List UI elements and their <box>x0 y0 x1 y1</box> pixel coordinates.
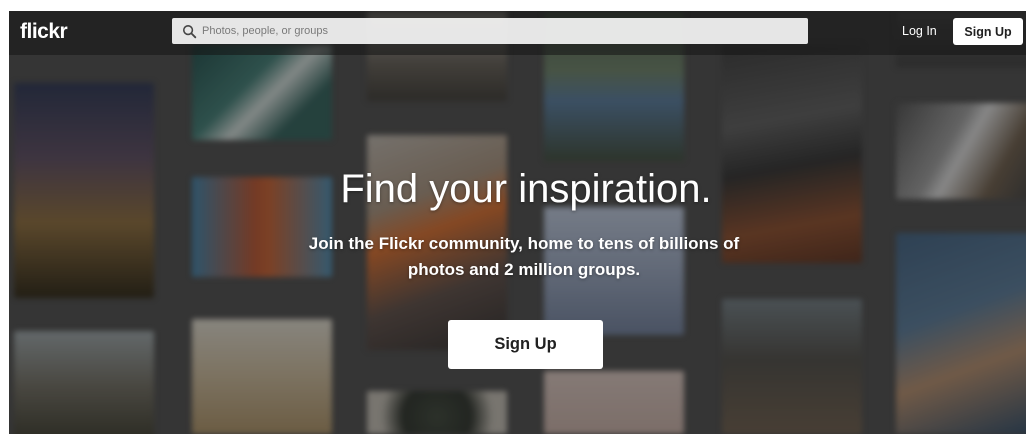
hero-background: flickr Log In Sign Up Find your inspirat… <box>9 11 1026 434</box>
flickr-logo[interactable]: flickr <box>20 20 68 44</box>
top-navigation-bar: flickr Log In Sign Up <box>9 11 1026 55</box>
hero-overlay <box>9 11 1026 434</box>
hero-subtitle: Join the Flickr community, home to tens … <box>308 234 740 279</box>
search-input[interactable] <box>202 19 792 43</box>
search-icon <box>176 18 202 44</box>
hero-title: Find your inspiration. <box>340 167 712 211</box>
signup-button-header[interactable]: Sign Up <box>953 18 1023 45</box>
signup-button-hero[interactable]: Sign Up <box>448 320 603 369</box>
login-link[interactable]: Log In <box>902 24 937 38</box>
search-bar[interactable] <box>172 18 808 44</box>
